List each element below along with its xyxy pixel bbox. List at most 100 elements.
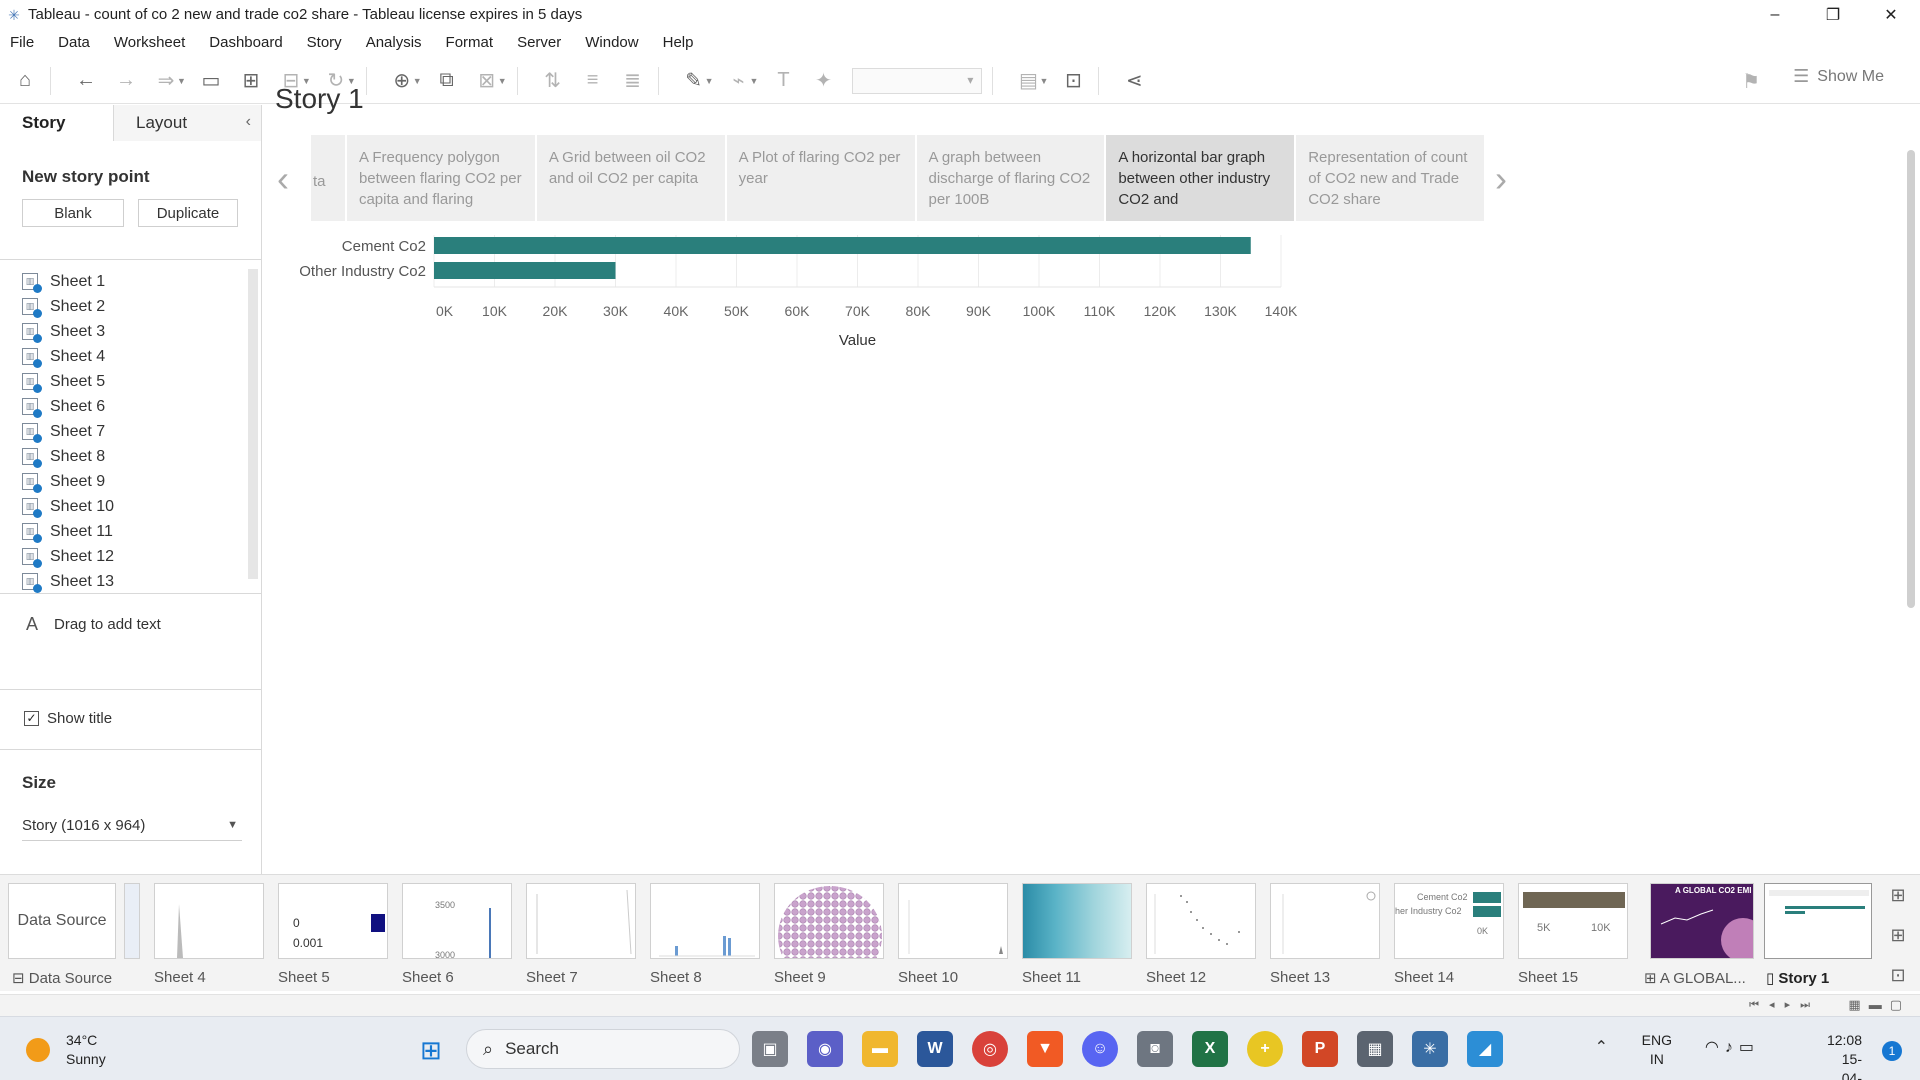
tableau-taskbar-icon[interactable]: ✳ bbox=[1412, 1031, 1448, 1067]
sheet-list-item[interactable]: ▥ Sheet 9 bbox=[22, 469, 244, 494]
plus-app-icon[interactable]: + bbox=[1247, 1031, 1283, 1067]
notification-badge[interactable]: 1 bbox=[1882, 1041, 1902, 1061]
drag-to-add-text[interactable]: A Drag to add text bbox=[26, 614, 161, 635]
chevron-down-icon[interactable]: ▼ bbox=[177, 76, 186, 86]
dashboard-thumbnail[interactable]: A GLOBAL CO2 EMI bbox=[1650, 883, 1754, 959]
sheet-list-item[interactable]: ▥ Sheet 5 bbox=[22, 369, 244, 394]
menu-window[interactable]: Window bbox=[585, 34, 638, 51]
sheet-list-item[interactable]: ▥ Sheet 1 bbox=[22, 269, 244, 294]
clock[interactable]: 12:08 15-04-2023 bbox=[1827, 1031, 1862, 1080]
show-me-button[interactable]: ☰ Show Me bbox=[1793, 66, 1884, 87]
menu-format[interactable]: Format bbox=[446, 34, 494, 51]
chevron-down-icon[interactable]: ▼ bbox=[750, 76, 759, 86]
swap-icon[interactable]: ⇅ bbox=[538, 66, 568, 96]
teams-icon[interactable]: ◉ bbox=[807, 1031, 843, 1067]
new-dashboard-icon[interactable]: ⊞ bbox=[1886, 925, 1910, 965]
sheet-6-thumbnail[interactable]: 3500 3000 bbox=[402, 883, 512, 959]
home-icon[interactable]: ⌂ bbox=[10, 66, 40, 96]
duplicate-sheet-icon[interactable]: ⧉ bbox=[432, 66, 462, 96]
story-point-4[interactable]: A graph between discharge of flaring CO2… bbox=[916, 135, 1105, 221]
bar-cement-co2[interactable] bbox=[434, 237, 1251, 254]
sheet-11-thumbnail[interactable] bbox=[1022, 883, 1132, 959]
previous-story-point-icon[interactable]: ‹ bbox=[277, 158, 289, 200]
sheet-list-item[interactable]: ▥ Sheet 12 bbox=[22, 544, 244, 569]
sheet-14-thumbnail[interactable]: Cement Co2 her Industry Co2 0K bbox=[1394, 883, 1504, 959]
wifi-volume-battery-icons[interactable]: ◠♪▭ bbox=[1705, 1037, 1760, 1057]
sheet-9-thumbnail[interactable] bbox=[774, 883, 884, 959]
menu-story[interactable]: Story bbox=[307, 34, 342, 51]
sheet-list-item[interactable]: ▥ Sheet 3 bbox=[22, 319, 244, 344]
menu-data[interactable]: Data bbox=[58, 34, 90, 51]
bar-other-industry-co2[interactable] bbox=[434, 262, 616, 279]
sheet-8-thumbnail[interactable] bbox=[650, 883, 760, 959]
sheet-13-thumbnail[interactable] bbox=[1270, 883, 1380, 959]
fit-select[interactable] bbox=[852, 67, 983, 94]
blank-button[interactable]: Blank bbox=[22, 199, 124, 227]
chevron-down-icon[interactable]: ▼ bbox=[1039, 76, 1048, 86]
new-data-source-icon[interactable]: ⊞ bbox=[236, 66, 266, 96]
story-point-3[interactable]: A Plot of flaring CO2 per year bbox=[726, 135, 915, 221]
story-point-6[interactable]: Representation of count of CO2 new and T… bbox=[1296, 135, 1485, 221]
calculator-icon[interactable]: ▦ bbox=[1357, 1031, 1393, 1067]
sheet-7-thumbnail[interactable] bbox=[526, 883, 636, 959]
new-worksheet-icon[interactable]: ⊞ bbox=[1886, 885, 1910, 925]
task-view-icon[interactable]: ▣ bbox=[752, 1031, 788, 1067]
data-source-tab-label[interactable]: ⊟ Data Source bbox=[12, 969, 112, 987]
data-source-thumbnail[interactable]: Data Source bbox=[8, 883, 116, 959]
duplicate-button[interactable]: Duplicate bbox=[138, 199, 238, 227]
menu-dashboard[interactable]: Dashboard bbox=[209, 34, 282, 51]
story-thumbnail[interactable] bbox=[1764, 883, 1872, 959]
chevron-down-icon[interactable]: ▼ bbox=[413, 76, 422, 86]
brave-icon[interactable]: ▼ bbox=[1027, 1031, 1063, 1067]
powerpoint-icon[interactable]: P bbox=[1302, 1031, 1338, 1067]
windows-start-icon[interactable]: ⊞ bbox=[420, 1035, 442, 1066]
sheet-list-item[interactable]: ▥ Sheet 4 bbox=[22, 344, 244, 369]
menu-server[interactable]: Server bbox=[517, 34, 561, 51]
checkbox-checked-icon[interactable]: ✓ bbox=[24, 711, 39, 726]
discord-icon[interactable]: ☺ bbox=[1082, 1031, 1118, 1067]
vertical-scrollbar[interactable] bbox=[1907, 150, 1915, 608]
sheet-5-thumbnail[interactable]: 0 0.001 bbox=[278, 883, 388, 959]
presentation-mode-icon[interactable]: ⊡ bbox=[1058, 66, 1088, 96]
minimize-button[interactable]: – bbox=[1746, 0, 1804, 29]
sheet-4-thumbnail[interactable] bbox=[154, 883, 264, 959]
taskbar-search[interactable]: ⌕ Search bbox=[466, 1029, 740, 1069]
sheet-15-thumbnail[interactable]: 5K 10K bbox=[1518, 883, 1628, 959]
sheet-list-item[interactable]: ▥ Sheet 2 bbox=[22, 294, 244, 319]
sheet-list-item[interactable]: ▥ Sheet 6 bbox=[22, 394, 244, 419]
sheet-list-item[interactable]: ▥ Sheet 13 bbox=[22, 569, 244, 594]
story-point-5-active[interactable]: A horizontal bar graph between other ind… bbox=[1106, 135, 1295, 221]
sort-ascending-icon[interactable]: ≡ bbox=[578, 66, 608, 96]
story-point-1[interactable]: A Frequency polygon between flaring CO2 … bbox=[346, 135, 535, 221]
sheet-list-item[interactable]: ▥ Sheet 11 bbox=[22, 519, 244, 544]
sheet-12-thumbnail[interactable] bbox=[1146, 883, 1256, 959]
file-explorer-icon[interactable]: ▬ bbox=[862, 1031, 898, 1067]
labels-icon[interactable]: T bbox=[768, 66, 798, 96]
menu-analysis[interactable]: Analysis bbox=[366, 34, 422, 51]
language-indicator[interactable]: ENG IN bbox=[1642, 1031, 1672, 1069]
sort-descending-icon[interactable]: ≣ bbox=[618, 66, 648, 96]
chrome-icon[interactable]: ◎ bbox=[972, 1031, 1008, 1067]
view-mode-icons[interactable]: ▦▬▢ bbox=[1848, 997, 1910, 1013]
story-point-0[interactable]: ta bbox=[311, 135, 345, 221]
chevron-up-icon[interactable]: ⌃ bbox=[1595, 1037, 1608, 1057]
camera-icon[interactable]: ◙ bbox=[1137, 1031, 1173, 1067]
menu-worksheet[interactable]: Worksheet bbox=[114, 34, 185, 51]
sheet-nav-arrows-icon[interactable]: ⏮◂▸⏭ bbox=[1749, 998, 1820, 1012]
restore-button[interactable]: ❐ bbox=[1804, 0, 1862, 29]
tab-story[interactable]: Story bbox=[0, 105, 114, 141]
tab-layout[interactable]: Layout ‹ bbox=[114, 105, 261, 141]
pin-icon[interactable]: ⚑ bbox=[1742, 69, 1760, 94]
collapse-pane-icon[interactable]: ‹ bbox=[246, 113, 251, 131]
sheet-list-item[interactable]: ▥ Sheet 7 bbox=[22, 419, 244, 444]
sheet-list-scrollbar[interactable] bbox=[248, 269, 258, 579]
sheet-list-item[interactable]: ▥ Sheet 8 bbox=[22, 444, 244, 469]
chevron-down-icon[interactable]: ▼ bbox=[705, 76, 714, 86]
story-point-2[interactable]: A Grid between oil CO2 and oil CO2 per c… bbox=[536, 135, 725, 221]
next-story-point-icon[interactable]: › bbox=[1495, 158, 1507, 200]
menu-file[interactable]: File bbox=[10, 34, 34, 51]
sheet-list-item[interactable]: ▥ Sheet 10 bbox=[22, 494, 244, 519]
redo-icon[interactable]: → bbox=[111, 66, 141, 96]
story-size-select[interactable]: Story (1016 x 964) ▼ bbox=[22, 811, 242, 841]
close-button[interactable]: ✕ bbox=[1862, 0, 1920, 29]
